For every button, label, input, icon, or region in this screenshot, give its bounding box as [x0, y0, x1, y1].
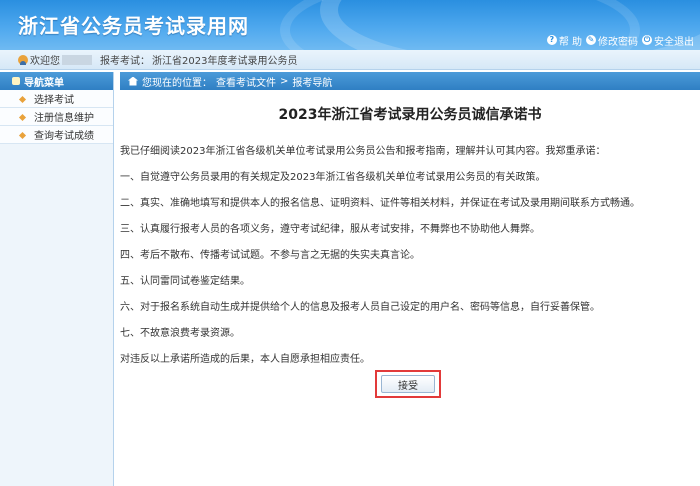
- breadcrumb-prefix: 您现在的位置：: [142, 77, 212, 89]
- home-icon: [128, 76, 138, 86]
- top-links: ? 帮 助 ✎ 修改密码 ⏻ 安全退出: [546, 32, 694, 48]
- pledge-item: 三、认真履行报考人员的各项义务，遵守考试纪律，服从考试安排，不舞弊也不协助他人舞…: [120, 224, 540, 235]
- breadcrumb: 您现在的位置： 查看考试文件 > 报考导航: [120, 72, 700, 90]
- exam-label: 报考考试：: [100, 56, 150, 67]
- sidebar-heading: 导航菜单: [0, 72, 113, 90]
- sidebar-item-select-exam[interactable]: 选择考试: [0, 90, 113, 108]
- user-icon: [18, 54, 28, 65]
- document-closing: 对违反以上承诺所造成的后果，本人自愿承担相应责任。: [120, 354, 370, 365]
- sidebar-item-exam-scores[interactable]: 查询考试成绩: [0, 126, 113, 144]
- welcome-text: 欢迎您: [30, 56, 60, 67]
- sidebar-item-registration-info[interactable]: 注册信息维护: [0, 108, 113, 126]
- sidebar-item-label: 注册信息维护: [34, 113, 94, 124]
- breadcrumb-separator: >: [280, 75, 289, 87]
- pledge-item: 五、认同雷同试卷鉴定结果。: [120, 276, 250, 287]
- help-icon: ?: [546, 35, 557, 45]
- username-redacted: [62, 54, 92, 65]
- breadcrumb-link-guide[interactable]: 报考导航: [292, 74, 332, 89]
- bullet-icon: [18, 113, 27, 122]
- pledge-item: 二、真实、准确地填写和提供本人的报名信息、证明资料、证件等相关材料，并保证在考试…: [120, 198, 640, 209]
- sidebar: 导航菜单 选择考试 注册信息维护 查询考试成绩: [0, 72, 114, 486]
- sidebar-item-label: 查询考试成绩: [34, 131, 94, 142]
- site-title: 浙江省公务员考试录用网: [18, 14, 249, 38]
- logout-label: 安全退出: [654, 36, 694, 48]
- pledge-item: 一、自觉遵守公务员录用的有关规定及2023年浙江省各级机关单位考试录用公务员的有…: [120, 172, 546, 183]
- bullet-icon: [18, 131, 27, 140]
- bullet-icon: [18, 95, 27, 104]
- accept-button[interactable]: 接受: [381, 375, 435, 393]
- document-title: 2023年浙江省考试录用公务员诚信承诺书: [278, 107, 542, 123]
- logout-link[interactable]: ⏻ 安全退出: [642, 33, 694, 48]
- sidebar-item-label: 选择考试: [34, 95, 74, 106]
- help-label: 帮 助: [558, 36, 582, 48]
- sidebar-heading-label: 导航菜单: [24, 77, 64, 89]
- pledge-document: 2023年浙江省考试录用公务员诚信承诺书 我已仔细阅读2023年浙江省各级机关单…: [120, 90, 700, 486]
- pledge-item: 七、不故意浪费考录资源。: [120, 328, 240, 339]
- change-password-label: 修改密码: [598, 36, 638, 48]
- site-header: 浙江省公务员考试录用网 ? 帮 助 ✎ 修改密码 ⏻ 安全退出: [0, 0, 700, 50]
- password-icon: ✎: [586, 35, 596, 45]
- help-link[interactable]: ? 帮 助: [546, 33, 582, 48]
- exam-name: 浙江省2023年度考试录用公务员: [152, 56, 298, 67]
- change-password-link[interactable]: ✎ 修改密码: [586, 33, 638, 48]
- document-intro: 我已仔细阅读2023年浙江省各级机关单位考试录用公务员公告和报考指南，理解并认可…: [120, 146, 606, 157]
- logout-icon: ⏻: [642, 35, 652, 45]
- accept-button-highlight: 接受: [375, 370, 441, 398]
- status-bar: 欢迎您 报考考试： 浙江省2023年度考试录用公务员: [0, 50, 700, 70]
- breadcrumb-link-exam-files[interactable]: 查看考试文件: [216, 74, 276, 89]
- pledge-item: 六、对于报名系统自动生成并提供给个人的信息及报考人员自己设定的用户名、密码等信息…: [120, 302, 600, 313]
- pledge-item: 四、考后不散布、传播考试试题。不参与言之无据的失实夫真言论。: [120, 250, 420, 261]
- menu-icon: [12, 77, 20, 85]
